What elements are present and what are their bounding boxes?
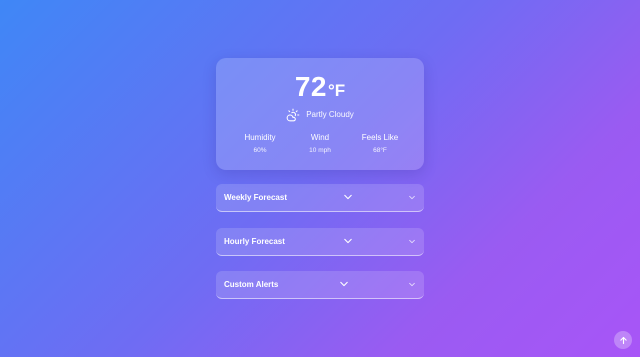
arrow-up-icon [619,336,627,344]
accordion-title: Custom Alerts [224,280,279,289]
scroll-to-top-button[interactable] [614,331,632,349]
chevron-down-icon [344,238,352,244]
weather-card: 72°F Partly Cloudy Humidity 60% Wind 10 … [216,58,424,170]
accordion-title: Hourly Forecast [224,237,285,246]
chevron-down-icon [409,195,415,200]
temperature-unit: °F [327,81,346,100]
stat-wind: Wind 10 mph [294,132,346,156]
chevron-down-icon [409,239,415,244]
condition-row: Partly Cloudy [216,107,424,123]
accordion-weekly-forecast[interactable]: Weekly Forecast [216,184,424,212]
temperature-display: 72°F [216,70,424,104]
chevron-down-icon [409,282,415,287]
stat-value: 68°F [373,147,387,154]
stat-label: Wind [310,133,330,142]
stat-label: Humidity [244,133,276,142]
accordion-hourly-forecast[interactable]: Hourly Forecast [216,228,424,256]
weather-stats: Humidity 60% Wind 10 mph Feels Like 68°F [234,132,406,156]
accordion-custom-alerts[interactable]: Custom Alerts [216,271,424,299]
condition-text: Partly Cloudy [306,110,354,119]
stat-value: 10 mph [309,147,331,154]
temperature-value: 72 [294,71,327,102]
chevron-down-icon [344,194,352,200]
accordion-title: Weekly Forecast [224,193,287,202]
partly-cloudy-icon [286,108,300,122]
stat-humidity: Humidity 60% [234,132,286,156]
stat-label: Feels Like [361,133,399,142]
chevron-down-icon [340,281,348,287]
stat-feels-like: Feels Like 68°F [354,132,406,156]
stat-value: 60% [253,147,267,154]
